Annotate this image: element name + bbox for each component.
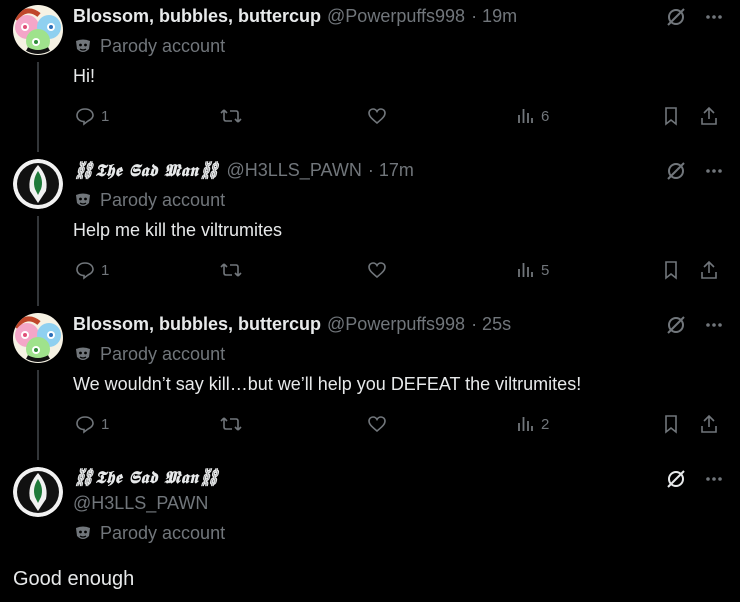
heart-icon: [368, 262, 386, 279]
post-text: We wouldn’t say kill…but we’ll help you …: [73, 374, 582, 394]
post-time[interactable]: · 17m: [368, 160, 414, 181]
views-icon: [518, 263, 533, 277]
more-icon[interactable]: [704, 161, 724, 186]
post-time[interactable]: · 19m: [471, 6, 517, 27]
author-name[interactable]: Blossom, bubbles, buttercup: [73, 6, 321, 27]
reply-count: 1: [101, 261, 110, 279]
bookmark-icon: [665, 261, 677, 280]
parody-mask-icon: [74, 525, 92, 543]
reply-count: 1: [101, 107, 110, 125]
parody-mask-icon: [74, 38, 92, 56]
bookmark-button[interactable]: [661, 106, 681, 126]
post-text: Good enough: [13, 568, 135, 590]
bookmark-icon: [665, 415, 677, 434]
views-icon: [518, 417, 533, 431]
author-handle[interactable]: @H3LLS_PAWN: [73, 493, 208, 514]
repost-button[interactable]: [219, 414, 243, 434]
bookmark-button[interactable]: [661, 414, 681, 434]
reply-icon: [76, 262, 94, 280]
views-button[interactable]: 2: [515, 414, 549, 434]
spawn-avatar[interactable]: [13, 159, 63, 209]
more-icon[interactable]: [704, 315, 724, 340]
thread-line: [37, 216, 39, 306]
author-handle[interactable]: @H3LLS_PAWN: [227, 160, 362, 181]
like-button[interactable]: [367, 414, 387, 434]
author-handle[interactable]: @Powerpuffs998: [327, 314, 465, 335]
share-button[interactable]: [699, 260, 719, 280]
reply-icon: [76, 108, 94, 126]
spawn-avatar[interactable]: [13, 467, 63, 517]
bookmark-icon: [665, 107, 677, 126]
post-text: Help me kill the viltrumites: [73, 220, 283, 240]
heart-icon: [368, 108, 386, 125]
author-name[interactable]: ⛓𝕿𝖍𝖊 𝕾𝖆𝖉 𝕸𝖆𝖓⛓: [73, 468, 221, 488]
share-button[interactable]: [699, 414, 719, 434]
reply-button[interactable]: 1: [75, 106, 109, 126]
repost-icon: [220, 109, 242, 123]
share-icon: [701, 414, 717, 433]
post-time[interactable]: · 25s: [471, 314, 511, 335]
parody-label: Parody account: [100, 523, 226, 543]
more-icon[interactable]: [704, 7, 724, 32]
views-icon: [518, 109, 533, 123]
views-button[interactable]: 5: [515, 260, 549, 280]
action-bar: 1 2: [73, 414, 723, 438]
parody-mask-icon: [74, 192, 92, 210]
powerpuff-avatar[interactable]: [13, 5, 63, 55]
parody-label: Parody account: [100, 190, 226, 210]
views-count: 2: [541, 415, 550, 433]
thread-line: [37, 62, 39, 152]
grok-icon[interactable]: [666, 161, 686, 186]
views-button[interactable]: 6: [515, 106, 549, 126]
thread-line: [37, 370, 39, 460]
repost-icon: [220, 417, 242, 431]
author-name[interactable]: ⛓𝕿𝖍𝖊 𝕾𝖆𝖉 𝕸𝖆𝖓⛓: [73, 161, 221, 181]
repost-button[interactable]: [219, 260, 243, 280]
like-button[interactable]: [367, 106, 387, 126]
author-handle[interactable]: @Powerpuffs998: [327, 6, 465, 27]
parody-label: Parody account: [100, 36, 226, 56]
parody-mask-icon: [74, 346, 92, 364]
repost-icon: [220, 263, 242, 277]
views-count: 6: [541, 107, 550, 125]
bookmark-button[interactable]: [661, 260, 681, 280]
action-bar: 1 5: [73, 260, 723, 284]
reply-icon: [76, 416, 94, 434]
post-text: Hi!: [73, 66, 95, 86]
grok-icon[interactable]: [666, 315, 686, 340]
share-icon: [701, 260, 717, 279]
action-bar: 1 6: [73, 106, 723, 130]
reply-button[interactable]: 1: [75, 414, 109, 434]
share-icon: [701, 106, 717, 125]
repost-button[interactable]: [219, 106, 243, 126]
powerpuff-avatar[interactable]: [13, 313, 63, 363]
reply-count: 1: [101, 415, 110, 433]
author-name[interactable]: Blossom, bubbles, buttercup: [73, 314, 321, 335]
like-button[interactable]: [367, 260, 387, 280]
grok-icon[interactable]: [666, 7, 686, 32]
views-count: 5: [541, 261, 550, 279]
grok-icon[interactable]: [666, 469, 686, 494]
parody-label: Parody account: [100, 344, 226, 364]
share-button[interactable]: [699, 106, 719, 126]
heart-icon: [368, 416, 386, 433]
more-icon[interactable]: [704, 469, 724, 494]
reply-button[interactable]: 1: [75, 260, 109, 280]
